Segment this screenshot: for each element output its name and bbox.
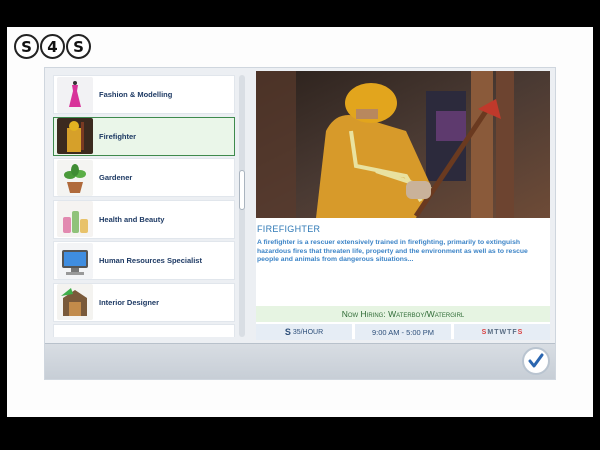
day-monday: M <box>487 328 494 336</box>
simoleon-icon: S <box>284 327 291 337</box>
career-item-firefighter[interactable]: Firefighter <box>53 116 235 156</box>
career-item-health-beauty[interactable]: Health and Beauty <box>53 199 235 239</box>
logo-letter: 4 <box>40 34 65 59</box>
scrollbar-thumb[interactable] <box>239 170 245 210</box>
now-hiring-banner: Now Hiring: Waterboy/Watergirl <box>256 306 550 322</box>
career-item-partial[interactable] <box>53 324 235 337</box>
list-scrollbar[interactable] <box>239 75 245 337</box>
confirm-button[interactable] <box>522 347 550 375</box>
hours-value: 9:00 AM - 5:00 PM <box>371 327 435 337</box>
logo-letter: S <box>14 34 39 59</box>
career-item-label: Health and Beauty <box>99 214 165 224</box>
career-photo <box>256 71 550 218</box>
career-title: Firefighter <box>257 224 321 234</box>
logo-letter: S <box>66 34 91 59</box>
dialog-footer <box>45 343 555 379</box>
career-item-label: Human Resources Specialist <box>99 256 202 265</box>
day-tuesday: T <box>494 328 499 336</box>
cosmetics-icon <box>57 201 93 237</box>
career-item-label: Gardener <box>99 173 133 182</box>
career-item-label: Firefighter <box>99 131 137 141</box>
day-thursday: T <box>507 328 512 336</box>
career-description: A firefighter is a rescuer extensively t… <box>257 239 528 263</box>
computer-icon <box>57 242 93 279</box>
career-item-human-resources[interactable]: Human Resources Specialist <box>53 241 235 280</box>
career-detail-panel: Firefighter A firefighter is a rescuer e… <box>256 71 550 340</box>
day-wednesday: W <box>499 328 507 336</box>
work-days: S M T W T F S <box>454 324 550 340</box>
s4s-logo: S 4 S <box>14 34 91 59</box>
interior-icon <box>57 284 93 320</box>
dress-icon <box>57 76 93 113</box>
career-item-interior-designer[interactable]: Interior Designer <box>53 282 235 322</box>
checkmark-icon <box>528 353 544 368</box>
day-friday: F <box>512 328 517 336</box>
work-hours: 9:00 AM - 5:00 PM <box>355 324 451 340</box>
career-item-label: Interior Designer <box>99 297 160 307</box>
pay-value: 35/hour <box>292 328 324 336</box>
pay-rate: S 35/hour <box>256 324 352 340</box>
career-info-row: S 35/hour 9:00 AM - 5:00 PM S M T W T F … <box>256 324 550 340</box>
career-item-label: Fashion & Modelling <box>99 90 173 99</box>
plant-icon <box>57 159 93 196</box>
day-sunday: S <box>481 328 487 336</box>
career-item-gardener[interactable]: Gardener <box>53 158 235 197</box>
day-saturday: S <box>517 328 523 336</box>
career-dialog: Fashion & Modelling Firefighter Gardener <box>44 67 556 380</box>
career-list: Fashion & Modelling Firefighter Gardener <box>53 75 235 337</box>
firefighter-icon <box>57 118 93 154</box>
career-item-fashion[interactable]: Fashion & Modelling <box>53 75 235 114</box>
